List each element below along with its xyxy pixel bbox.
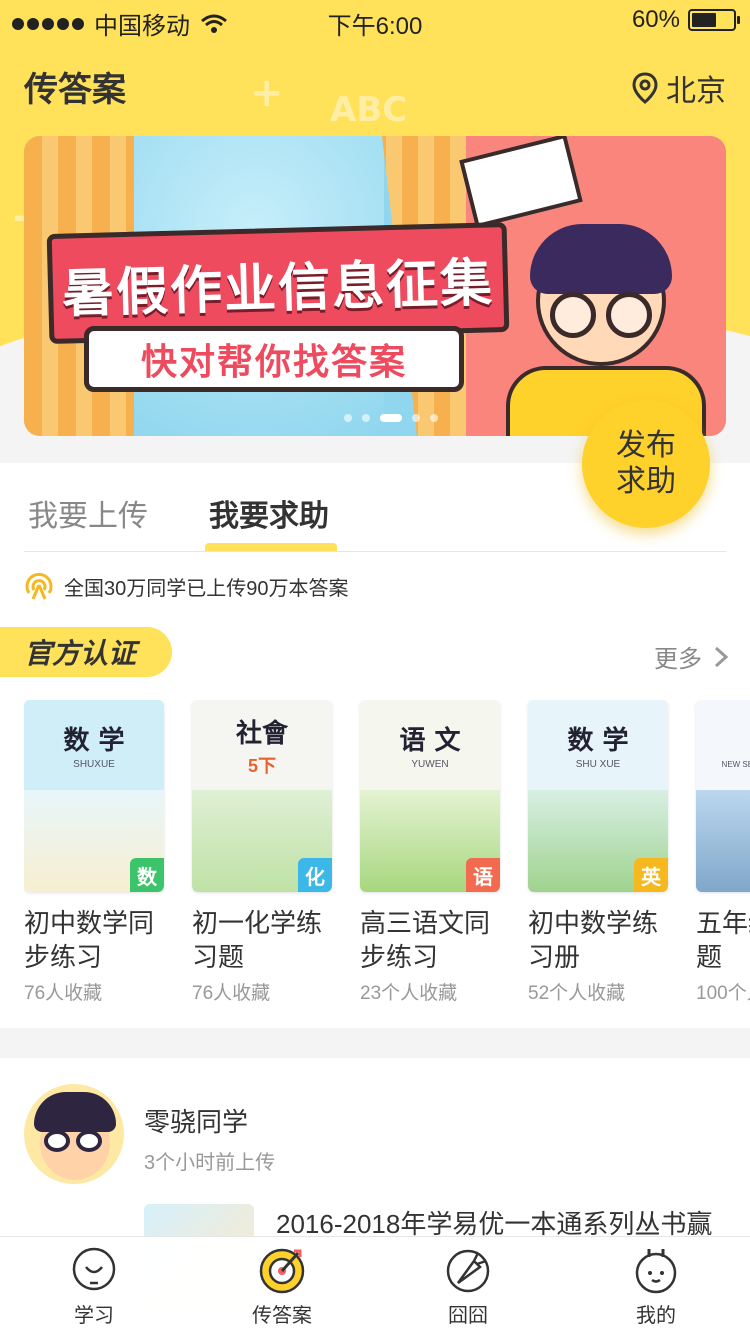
more-link[interactable]: 更多 [654,639,728,674]
official-cert-badge: 官方认证 [0,627,172,677]
tabbar-item-answers[interactable]: 传答案 [222,1247,342,1328]
tabbar-item-study[interactable]: 学习 [34,1247,154,1328]
collect-count: 52个人收藏 [528,983,626,1004]
book-cover: 社會 5下 化 [192,700,332,892]
cover-title: 社會 [235,718,288,749]
bottom-tab-bar: 学习 传答案 囧囧 我的 [0,1236,750,1334]
tabbar-item-profile[interactable]: 我的 [596,1247,716,1328]
book-card[interactable]: 数 学 SHUXUE 数 初中数学同步练习 76人收藏 [24,700,164,1005]
cover-subtitle: SHU XUE [575,759,621,770]
book-title: 初中数学练习册 [528,908,659,972]
book-cover: 数 学 SHUXUE 数 [24,700,164,892]
book-title: 初一化学练习题 [192,908,323,972]
divider [24,551,726,552]
avatar[interactable] [24,1084,124,1184]
pager-dot[interactable] [430,414,438,422]
promo-banner[interactable]: 暑假作业信息征集 快对帮你找答案 [24,136,726,436]
collect-count: 100个人收藏 [696,983,750,1004]
book-carousel[interactable]: 数 学 SHUXUE 数 初中数学同步练习 76人收藏 社會 5下 化 初一化学… [24,700,750,1020]
cover-subtitle: SHUXUE [73,759,115,770]
pager-dot-active[interactable] [380,414,402,422]
tabbar-label: 传答案 [252,1305,312,1327]
collect-count: 23个人收藏 [360,983,458,1004]
pager-dot[interactable] [362,414,370,422]
location-label: 北京 [666,75,726,108]
status-bar: 中国移动 下午6:00 60% [0,0,750,40]
battery-percent: 60% [631,6,680,33]
battery-icon [688,9,740,31]
book-title: 高三语文同步练习 [360,908,491,972]
cover-subtitle: 5下 [247,755,276,776]
chevron-right-icon [714,646,728,667]
cover-title: 数 学 [63,726,125,756]
book-cover: 英 NEW SENIOR ENGLISH [696,700,750,892]
doodle-plus: + [250,70,284,116]
subject-tag: 化 [298,858,332,892]
book-card[interactable]: 英 NEW SENIOR ENGLISH 五年级例习题 100个人收藏 [696,700,750,1005]
collect-count: 76人收藏 [192,983,271,1004]
publish-help-button[interactable]: 发布 求助 [582,400,710,528]
book-card[interactable]: 社會 5下 化 初一化学练习题 76人收藏 [192,700,332,1005]
pager-dot[interactable] [344,414,352,422]
book-cover: 数 学 SHU XUE 英 [528,700,668,892]
book-card[interactable]: 数 学 SHU XUE 英 初中数学练习册 52个人收藏 [528,700,668,1005]
tabbar-label: 学习 [74,1305,114,1327]
target-icon [259,1248,305,1294]
cover-subtitle: YUWEN [411,759,449,770]
upload-notice: 全国30万同学已上传90万本答案 [24,571,349,601]
tabbar-item-jiongjiong[interactable]: 囧囧 [408,1247,528,1328]
tab-upload[interactable]: 我要上传 [28,491,148,535]
book-title: 初中数学同步练习 [24,908,155,972]
location-selector[interactable]: 北京 [632,66,726,110]
subject-tag: 语 [466,858,500,892]
post-time: 3个小时前上传 [144,1152,276,1174]
lightbulb-icon [72,1247,116,1291]
active-tab-indicator [205,543,337,551]
book-card[interactable]: 语 文 YUWEN 语 高三语文同步练习 23个人收藏 [360,700,500,1005]
book-cover: 语 文 YUWEN 语 [360,700,500,892]
broadcast-icon [25,572,53,600]
cover-subtitle: NEW SENIOR ENGLISH [721,760,750,769]
subject-tag: 英 [634,858,668,892]
book-title: 五年级例习题 [696,908,750,972]
tabbar-label: 囧囧 [448,1305,488,1327]
doodle-abc: ABC [330,90,408,130]
tab-ask-help[interactable]: 我要求助 [209,491,329,535]
subject-tag: 数 [130,858,164,892]
cover-title: 数 学 [567,726,629,756]
fab-label-line1: 发布 [616,429,676,462]
rabbit-icon [635,1249,677,1294]
cover-title: 语 文 [399,726,461,756]
post-username[interactable]: 零骁同学 [144,1102,248,1139]
tabbar-label: 我的 [636,1305,676,1327]
carrot-icon [446,1249,490,1293]
location-pin-icon [632,72,658,104]
collect-count: 76人收藏 [24,983,103,1004]
more-label: 更多 [654,646,702,673]
fab-label-line2: 求助 [616,465,676,498]
page-title: 传答案 [24,71,126,109]
upload-card: 我要上传 我要求助 全国30万同学已上传90万本答案 官方认证 更多 数 学 S… [0,463,750,1028]
banner-pagination[interactable] [344,414,438,422]
banner-subline: 快对帮你找答案 [84,326,464,392]
pager-dot[interactable] [412,414,420,422]
notice-text: 全国30万同学已上传90万本答案 [64,577,349,600]
